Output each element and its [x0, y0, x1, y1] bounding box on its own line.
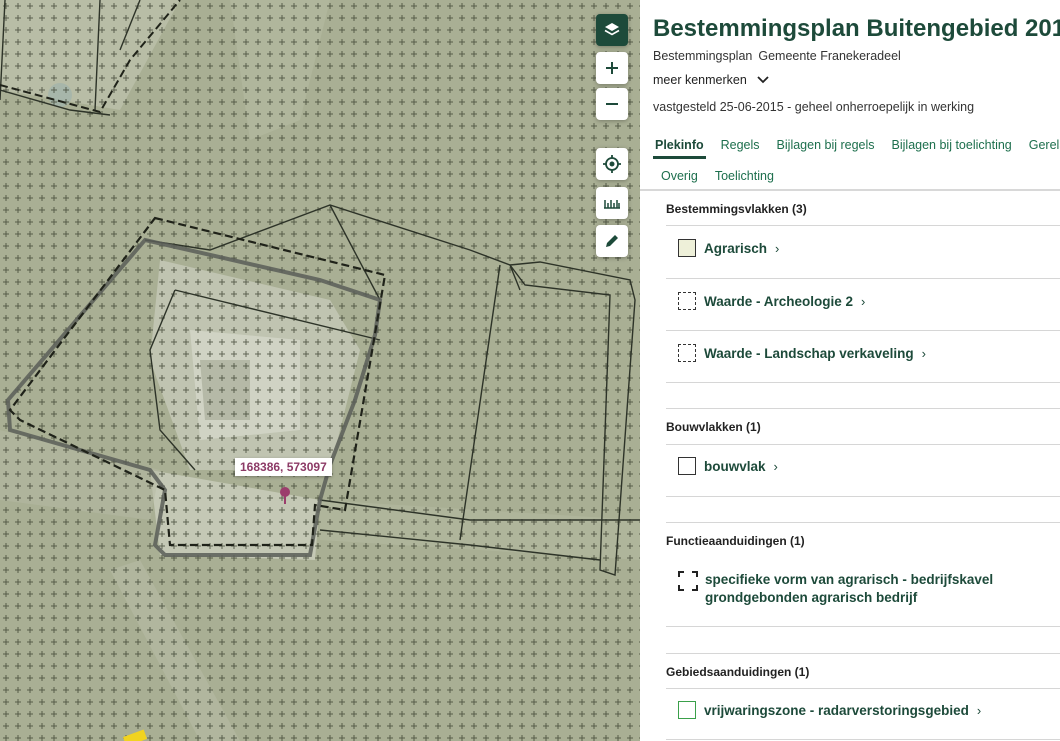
zoom-out-icon: [606, 103, 618, 105]
chevron-down-icon: [757, 76, 769, 84]
legend-swatch: [678, 701, 696, 719]
app-window: 168386, 573097 Bestemmingsplan Buitengeb…: [0, 0, 1060, 741]
chevron-right-icon: ›: [861, 293, 866, 309]
divider: [666, 225, 1060, 226]
divider: [666, 408, 1060, 409]
divider: [666, 626, 1060, 627]
tabs-divider: [640, 189, 1060, 191]
map-view[interactable]: 168386, 573097: [0, 0, 640, 741]
draw-button[interactable]: [596, 225, 628, 257]
legend-swatch: [678, 344, 696, 362]
divider: [666, 653, 1060, 654]
tab-bijlagen-bij-toelichting[interactable]: Bijlagen bij toelichting: [890, 138, 1014, 159]
section-gebiedsaanduidingen-title: Gebiedsaanduidingen (1): [666, 665, 810, 679]
map-canvas[interactable]: [0, 0, 640, 741]
divider: [666, 739, 1060, 740]
tab-bijlagen-bij-regels[interactable]: Bijlagen bij regels: [775, 138, 877, 159]
list-item-bouwvlak[interactable]: bouwvlak ›: [678, 457, 778, 475]
list-item-specifieke-vorm[interactable]: specifieke vorm van agrarisch - bedrijfs…: [678, 571, 1008, 607]
chevron-right-icon: ›: [773, 458, 778, 474]
chevron-right-icon: ›: [775, 240, 780, 256]
measure-button[interactable]: [596, 187, 628, 219]
legend-swatch: [678, 457, 696, 475]
zoom-in-icon: [606, 62, 618, 74]
item-label: Waarde - Landschap verkaveling: [704, 345, 914, 361]
locate-icon: [603, 155, 621, 173]
measure-icon: [604, 200, 620, 209]
draw-icon: [606, 235, 618, 247]
plan-subtitle: Bestemmingsplan Gemeente Franekeradeel: [653, 49, 901, 63]
plan-title: Bestemmingsplan Buitengebied 2013: [653, 15, 1060, 42]
section-functieaanduidingen-title: Functieaanduidingen (1): [666, 534, 805, 548]
divider: [666, 444, 1060, 445]
section-bestemmingsvlakken-title: Bestemmingsvlakken (3): [666, 202, 807, 216]
tab-regels[interactable]: Regels: [719, 138, 762, 159]
tab-gerelateerde-plannen[interactable]: Gerelateerde plannen: [1027, 138, 1060, 159]
info-panel: Bestemmingsplan Buitengebied 2013 Bestem…: [640, 0, 1060, 741]
divider: [666, 522, 1060, 523]
tab-bar: Plekinfo Regels Bijlagen bij regels Bijl…: [653, 138, 1060, 159]
tab-bar-row-2: Overig Toelichting: [659, 169, 776, 187]
coordinate-readout: 168386, 573097: [235, 458, 332, 476]
plan-type: Bestemmingsplan: [653, 49, 753, 63]
divider: [666, 278, 1060, 279]
list-item-vrijwaringszone[interactable]: vrijwaringszone - radarverstoringsgebied…: [678, 701, 981, 719]
item-label: Agrarisch: [704, 240, 768, 256]
chevron-right-icon: ›: [976, 702, 982, 718]
locate-button[interactable]: [596, 148, 628, 180]
list-item-agrarisch[interactable]: Agrarisch ›: [678, 239, 779, 257]
list-item-archeologie[interactable]: Waarde - Archeologie 2 ›: [678, 292, 865, 310]
item-label: Waarde - Archeologie 2: [704, 293, 854, 309]
tab-overig[interactable]: Overig: [659, 169, 700, 187]
layers-button[interactable]: [596, 14, 628, 46]
item-label: specifieke vorm van agrarisch - bedrijfs…: [705, 572, 994, 605]
meer-kenmerken-toggle[interactable]: meer kenmerken: [653, 73, 769, 87]
divider: [666, 382, 1060, 383]
plan-municipality: Gemeente Franekeradeel: [758, 49, 901, 63]
chevron-right-icon: ›: [921, 345, 926, 361]
legend-swatch: [678, 292, 696, 310]
divider: [666, 330, 1060, 331]
divider: [666, 496, 1060, 497]
item-label: bouwvlak: [704, 458, 766, 474]
list-item-landschap[interactable]: Waarde - Landschap verkaveling ›: [678, 344, 926, 362]
plan-status: vastgesteld 25-06-2015 - geheel onherroe…: [653, 100, 975, 114]
meer-kenmerken-label: meer kenmerken: [653, 73, 747, 87]
section-bouwvlakken-title: Bouwvlakken (1): [666, 420, 761, 434]
legend-swatch: [678, 239, 696, 257]
layers-icon: [604, 23, 620, 36]
location-pin-icon: [280, 487, 290, 504]
tab-toelichting[interactable]: Toelichting: [713, 169, 776, 187]
item-label: vrijwaringszone - radarverstoringsgebied: [704, 702, 969, 718]
divider: [666, 688, 1060, 689]
legend-swatch: [678, 571, 698, 591]
zoom-out-button[interactable]: [596, 88, 628, 120]
zoom-in-button[interactable]: [596, 52, 628, 84]
tab-plekinfo[interactable]: Plekinfo: [653, 138, 706, 159]
